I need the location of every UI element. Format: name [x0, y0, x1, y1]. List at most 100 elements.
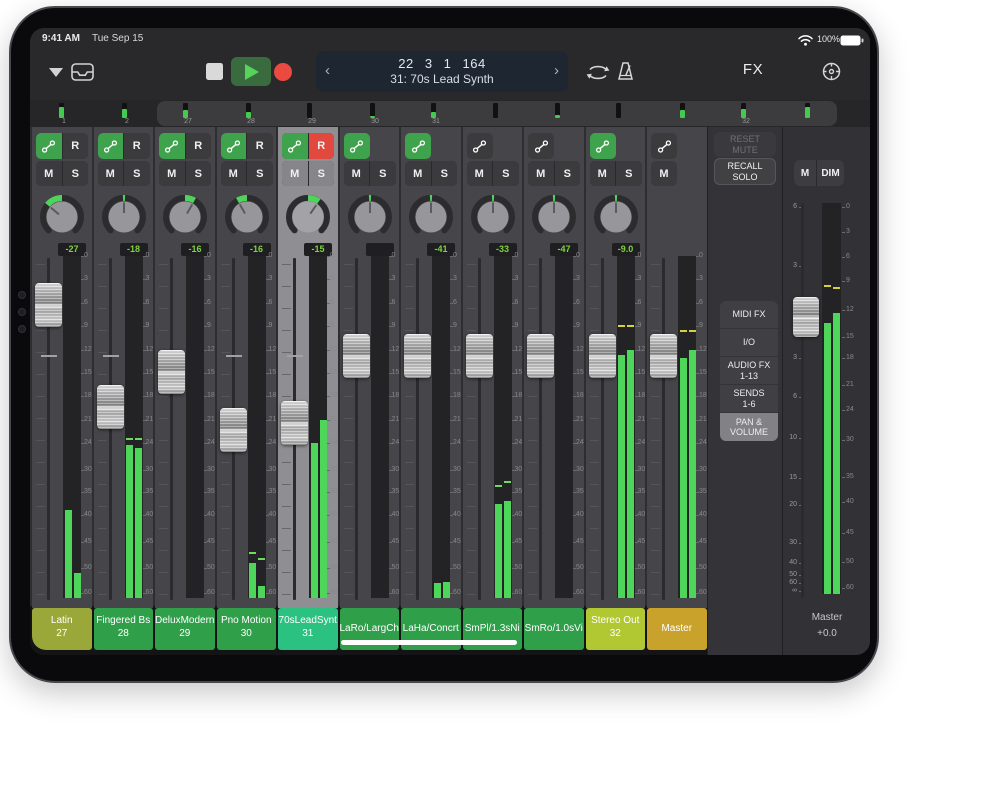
- mute-button[interactable]: M: [221, 161, 247, 186]
- automation-button[interactable]: [344, 133, 370, 159]
- mute-button[interactable]: M: [467, 161, 493, 186]
- mute-button[interactable]: M: [159, 161, 185, 186]
- play-button[interactable]: [231, 57, 271, 86]
- metronome-button[interactable]: [615, 61, 636, 82]
- automation-button[interactable]: [36, 133, 62, 159]
- fader-track[interactable]: [355, 258, 358, 600]
- cycle-button[interactable]: [586, 62, 610, 82]
- fader-handle[interactable]: [404, 334, 431, 378]
- reset-mute-button[interactable]: RESET MUTE: [714, 132, 776, 157]
- pan-knob[interactable]: [408, 193, 454, 239]
- fader-handle[interactable]: [589, 334, 616, 378]
- mute-button[interactable]: M: [282, 161, 308, 186]
- record-enable-button[interactable]: R: [186, 133, 212, 159]
- pan-knob[interactable]: [224, 193, 270, 239]
- record-enable-button[interactable]: R: [247, 133, 273, 159]
- pan-knob[interactable]: [285, 193, 331, 239]
- fader-track[interactable]: [601, 258, 604, 600]
- track-label[interactable]: Fingered Bs28: [94, 608, 154, 650]
- track-label[interactable]: Latin27: [32, 608, 92, 650]
- mute-button[interactable]: M: [344, 161, 370, 186]
- channel-strip[interactable]: MS -4103691215182124303540455060: [401, 127, 461, 608]
- fader-handle[interactable]: [527, 334, 554, 378]
- pan-knob[interactable]: [39, 193, 85, 239]
- automation-button[interactable]: [467, 133, 493, 159]
- view-button-sends[interactable]: SENDS 1-6: [720, 385, 778, 412]
- mute-button[interactable]: M: [528, 161, 554, 186]
- channel-strip[interactable]: MS -4703691215182124303540455060: [524, 127, 584, 608]
- fader-track[interactable]: [416, 258, 419, 600]
- automation-button[interactable]: [528, 133, 554, 159]
- fader-track[interactable]: [170, 258, 173, 600]
- automation-button[interactable]: [98, 133, 124, 159]
- channel-strip[interactable]: RMS -1603691215182124303540455060: [155, 127, 215, 608]
- automation-button[interactable]: [221, 133, 247, 159]
- view-button-pan-volume[interactable]: PAN & VOLUME: [720, 413, 778, 441]
- fader-handle[interactable]: [466, 334, 493, 378]
- pan-knob[interactable]: [162, 193, 208, 239]
- record-enable-button[interactable]: R: [309, 133, 335, 159]
- home-indicator[interactable]: [341, 640, 517, 645]
- solo-button[interactable]: S: [432, 161, 458, 186]
- track-label[interactable]: 70sLeadSynt31: [278, 608, 338, 650]
- automation-button[interactable]: [282, 133, 308, 159]
- fader-handle[interactable]: [281, 401, 308, 445]
- pan-knob[interactable]: [531, 193, 577, 239]
- fader-track[interactable]: [478, 258, 481, 600]
- solo-button[interactable]: S: [555, 161, 581, 186]
- record-enable-button[interactable]: R: [63, 133, 89, 159]
- mute-button[interactable]: M: [651, 161, 677, 186]
- record-button[interactable]: [274, 63, 292, 81]
- browser-button[interactable]: [71, 61, 94, 82]
- mute-button[interactable]: M: [98, 161, 124, 186]
- pan-knob[interactable]: [593, 193, 639, 239]
- master-mute-button[interactable]: M: [794, 160, 816, 186]
- fader-track[interactable]: [662, 258, 665, 600]
- lcd-display[interactable]: ‹ › 22 3 1 164 31: 70s Lead Synth: [316, 51, 568, 92]
- recall-solo-button[interactable]: RECALL SOLO: [714, 158, 776, 185]
- mute-button[interactable]: M: [36, 161, 62, 186]
- track-label[interactable]: Pno Motion30: [217, 608, 277, 650]
- track-label[interactable]: SmRo/1.0sVi: [524, 608, 584, 650]
- view-button-midi-fx[interactable]: MIDI FX: [720, 301, 778, 328]
- channel-strip[interactable]: RMS -1603691215182124303540455060: [217, 127, 277, 608]
- channel-strip[interactable]: RMS -1803691215182124303540455060: [94, 127, 154, 608]
- fader-handle[interactable]: [97, 385, 124, 429]
- channel-strip[interactable]: MS -9.003691215182124303540455060: [586, 127, 646, 608]
- channel-strip[interactable]: M03691215182124303540455060: [647, 127, 707, 608]
- solo-button[interactable]: S: [124, 161, 150, 186]
- settings-button[interactable]: [821, 61, 842, 82]
- mute-button[interactable]: M: [405, 161, 431, 186]
- automation-button[interactable]: [159, 133, 185, 159]
- view-button-io[interactable]: I/O: [720, 329, 778, 356]
- track-label[interactable]: Master: [647, 608, 707, 650]
- disclosure-button[interactable]: [45, 65, 67, 79]
- fader-handle[interactable]: [158, 350, 185, 394]
- solo-button[interactable]: S: [370, 161, 396, 186]
- record-enable-button[interactable]: R: [124, 133, 150, 159]
- channel-strip[interactable]: RMS -1503691215182124303540455060: [278, 127, 338, 608]
- solo-button[interactable]: S: [63, 161, 89, 186]
- solo-button[interactable]: S: [309, 161, 335, 186]
- automation-button[interactable]: [590, 133, 616, 159]
- track-label[interactable]: Stereo Out32: [586, 608, 646, 650]
- fader-handle[interactable]: [35, 283, 62, 327]
- solo-button[interactable]: S: [616, 161, 642, 186]
- stop-button[interactable]: [206, 63, 223, 80]
- automation-button[interactable]: [405, 133, 431, 159]
- fader-handle[interactable]: [343, 334, 370, 378]
- solo-button[interactable]: S: [247, 161, 273, 186]
- channel-strip[interactable]: MS 03691215182124303540455060: [340, 127, 400, 608]
- automation-button[interactable]: [651, 133, 677, 159]
- track-label[interactable]: DeluxModern29: [155, 608, 215, 650]
- view-button-audio-fx[interactable]: AUDIO FX 1-13: [720, 357, 778, 384]
- channel-strip[interactable]: RMS -2703691215182124303540455060: [32, 127, 92, 608]
- fader-handle[interactable]: [220, 408, 247, 452]
- pan-knob[interactable]: [470, 193, 516, 239]
- master-fader-track[interactable]: [801, 203, 804, 598]
- solo-button[interactable]: S: [186, 161, 212, 186]
- pan-knob[interactable]: [347, 193, 393, 239]
- channel-strip[interactable]: MS -3303691215182124303540455060: [463, 127, 523, 608]
- master-dim-button[interactable]: DIM: [817, 160, 844, 186]
- fx-button[interactable]: FX: [733, 61, 773, 78]
